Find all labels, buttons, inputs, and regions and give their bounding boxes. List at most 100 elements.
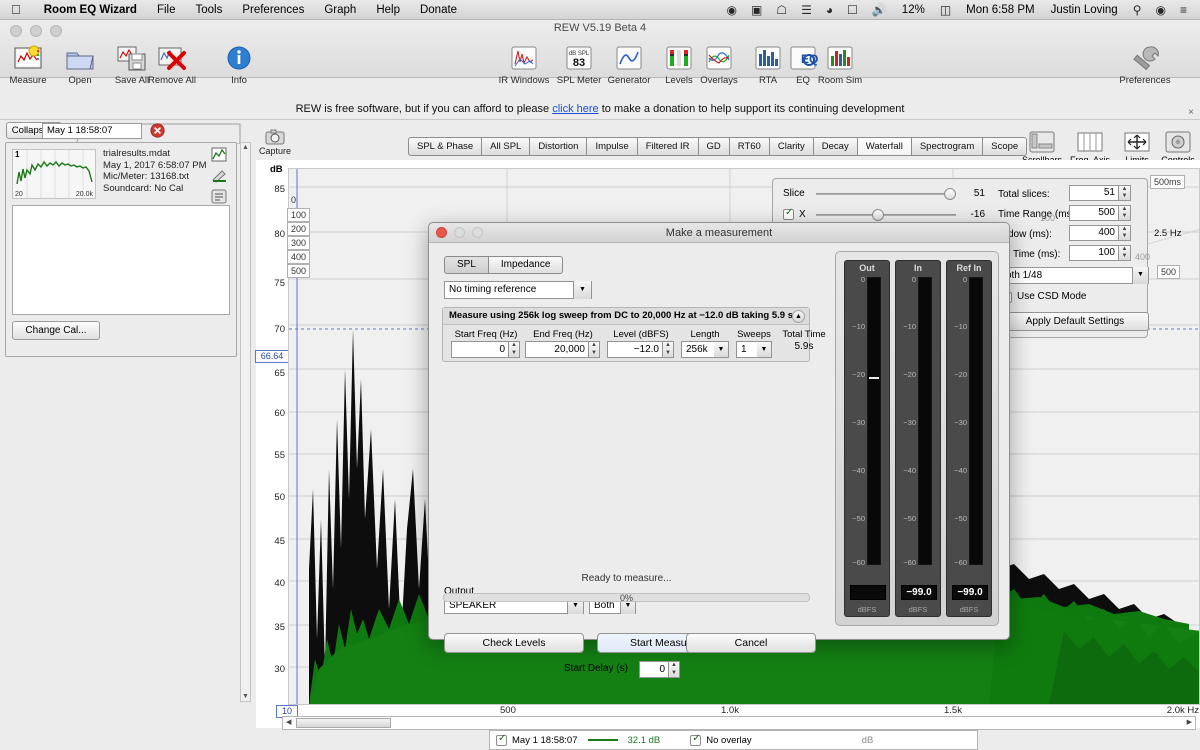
banner-donate-link[interactable]: click here	[552, 103, 598, 115]
tab-spl-phase[interactable]: SPL & Phase	[408, 137, 483, 156]
battery-percent[interactable]: 12%	[894, 0, 933, 20]
toolbar-spl-meter-button[interactable]: dB SPL 83 SPL Meter	[551, 42, 607, 86]
notes-icon[interactable]	[211, 189, 227, 204]
smoothing-select[interactable]: oth 1/48 ▼	[1001, 267, 1149, 284]
chart-horizontal-scrollbar[interactable]: ◀ ▶	[282, 716, 1196, 730]
tab-rt60[interactable]: RT60	[729, 137, 770, 156]
rise-time-field[interactable]: 100	[1069, 245, 1119, 261]
airplay-icon[interactable]: ☐	[840, 0, 865, 20]
end-freq-input[interactable]: 20,000	[525, 341, 589, 358]
end-freq-stepper[interactable]: ▲ ▼	[589, 341, 600, 358]
change-cal-button[interactable]: Change Cal...	[12, 321, 100, 340]
apply-defaults-button[interactable]: Apply Default Settings	[1001, 312, 1149, 331]
tab-impedance[interactable]: Impedance	[488, 256, 564, 274]
menu-graph[interactable]: Graph	[314, 0, 366, 20]
chevron-down-icon[interactable]: ▼	[1132, 267, 1148, 284]
menu-tools[interactable]: Tools	[185, 0, 232, 20]
tab-impulse[interactable]: Impulse	[587, 137, 638, 156]
measurement-notes-field[interactable]	[12, 205, 230, 315]
slice-slider[interactable]	[816, 188, 956, 200]
tab-decay[interactable]: Decay	[813, 137, 858, 156]
level-input[interactable]: −12.0	[607, 341, 663, 358]
total-slices-field[interactable]: 51	[1069, 185, 1119, 201]
dialog-close-button[interactable]	[436, 227, 447, 238]
banner-close-icon[interactable]: ×	[1188, 102, 1194, 124]
delete-icon[interactable]	[150, 123, 165, 138]
chevron-down-icon[interactable]: ▼	[573, 281, 591, 299]
time-range-stepper[interactable]: ▲ ▼	[1119, 205, 1131, 221]
menu-file[interactable]: File	[147, 0, 186, 20]
scroll-down-icon[interactable]: ▼	[241, 693, 250, 700]
toolbar-info-button[interactable]: Info	[211, 42, 267, 86]
user-name[interactable]: Justin Loving	[1043, 0, 1126, 20]
cancel-button[interactable]: Cancel	[686, 633, 816, 653]
menu-preferences[interactable]: Preferences	[232, 0, 314, 20]
slice-slider-knob[interactable]	[944, 188, 956, 200]
menu-donate[interactable]: Donate	[410, 0, 467, 20]
measurement-item[interactable]: 1 20 20.0k trialresults.mdat May 1, 2017…	[5, 142, 237, 357]
volume-icon[interactable]: 🔊	[865, 0, 894, 20]
legend-overlay-checkbox[interactable]	[690, 733, 702, 746]
toolbar-measure-button[interactable]: Measure	[0, 42, 56, 86]
x-checkbox[interactable]	[783, 207, 794, 220]
check-levels-button[interactable]: Check Levels	[444, 633, 584, 653]
start-delay-stepper[interactable]: ▲ ▼	[669, 661, 680, 678]
apple-menu-icon[interactable]: 	[11, 3, 21, 16]
collapse-group-icon[interactable]: ▲	[792, 310, 805, 323]
window-field[interactable]: 400	[1069, 225, 1119, 241]
battery-icon[interactable]: ◫	[933, 0, 958, 20]
length-chevron-down-icon[interactable]: ▼	[714, 341, 729, 358]
timing-reference-select[interactable]: No timing reference ▼	[444, 281, 592, 299]
tab-all-spl[interactable]: All SPL	[482, 137, 531, 156]
menu-help[interactable]: Help	[366, 0, 410, 20]
pen-icon[interactable]	[211, 168, 227, 183]
capture-control[interactable]: Capture	[255, 128, 295, 156]
toolbar-generator-button[interactable]: Generator	[601, 42, 657, 86]
x-slider[interactable]	[816, 209, 956, 221]
measurement-thumbnail[interactable]: 1 20 20.0k	[12, 149, 96, 199]
siri-icon[interactable]: ◉	[1149, 0, 1173, 20]
sweeps-chevron-down-icon[interactable]: ▼	[757, 341, 772, 358]
tab-spectrogram[interactable]: Spectrogram	[911, 137, 984, 156]
scroll-right-icon[interactable]: ▶	[1187, 718, 1192, 726]
legend-series-checkbox[interactable]	[496, 733, 507, 746]
measurement-title-field[interactable]: May 1 18:58:07	[42, 123, 142, 139]
chart-icon[interactable]	[211, 147, 227, 162]
x-slider-knob[interactable]	[872, 209, 884, 221]
scroll-left-icon[interactable]: ◀	[286, 718, 291, 726]
clock[interactable]: Mon 6:58 PM	[958, 0, 1042, 20]
notification-center-icon[interactable]: ≡	[1173, 0, 1194, 20]
sidebar-scrollbar[interactable]: ▲ ▼	[240, 142, 251, 702]
toolbar-ir-windows-button[interactable]: IR Windows	[496, 42, 552, 86]
home-icon[interactable]: ☖	[769, 0, 794, 20]
start-delay-input[interactable]: 0	[639, 661, 669, 678]
tab-distortion[interactable]: Distortion	[530, 137, 588, 156]
start-freq-stepper[interactable]: ▲ ▼	[509, 341, 520, 358]
tab-gd[interactable]: GD	[698, 137, 730, 156]
time-range-field[interactable]: 500	[1069, 205, 1119, 221]
menu-app-name[interactable]: Room EQ Wizard	[34, 0, 147, 20]
time-machine-icon[interactable]: ▣	[744, 0, 769, 20]
toolbar-room-sim-button[interactable]: Room Sim	[812, 42, 868, 86]
tab-filtered-ir[interactable]: Filtered IR	[637, 137, 699, 156]
tab-spl[interactable]: SPL	[444, 256, 489, 274]
wifi-icon[interactable]: ◕	[819, 0, 840, 20]
toolbar-preferences-button[interactable]: Preferences	[1117, 42, 1173, 86]
screen-share-icon[interactable]: ◉	[719, 0, 743, 20]
rise-time-stepper[interactable]: ▲ ▼	[1119, 245, 1131, 261]
dialog-minimize-button[interactable]	[454, 227, 465, 238]
window-stepper[interactable]: ▲ ▼	[1119, 225, 1131, 241]
y-cursor-readout[interactable]: 66.64	[255, 350, 289, 363]
total-slices-stepper[interactable]: ▲ ▼	[1119, 185, 1131, 201]
start-freq-input[interactable]: 0	[451, 341, 509, 358]
bluetooth-icon[interactable]: ☰	[794, 0, 819, 20]
toolbar-overlays-button[interactable]: Overlays	[691, 42, 747, 86]
toolbar-open-button[interactable]: Open	[52, 42, 108, 86]
dialog-zoom-button[interactable]	[472, 227, 483, 238]
scroll-up-icon[interactable]: ▲	[241, 144, 250, 151]
tab-waterfall[interactable]: Waterfall	[857, 137, 912, 156]
chart-scrollbar-thumb[interactable]	[296, 718, 391, 728]
toolbar-remove-all-button[interactable]: Remove All	[134, 42, 210, 86]
level-stepper[interactable]: ▲ ▼	[663, 341, 674, 358]
search-icon[interactable]: ⚲	[1126, 0, 1149, 20]
